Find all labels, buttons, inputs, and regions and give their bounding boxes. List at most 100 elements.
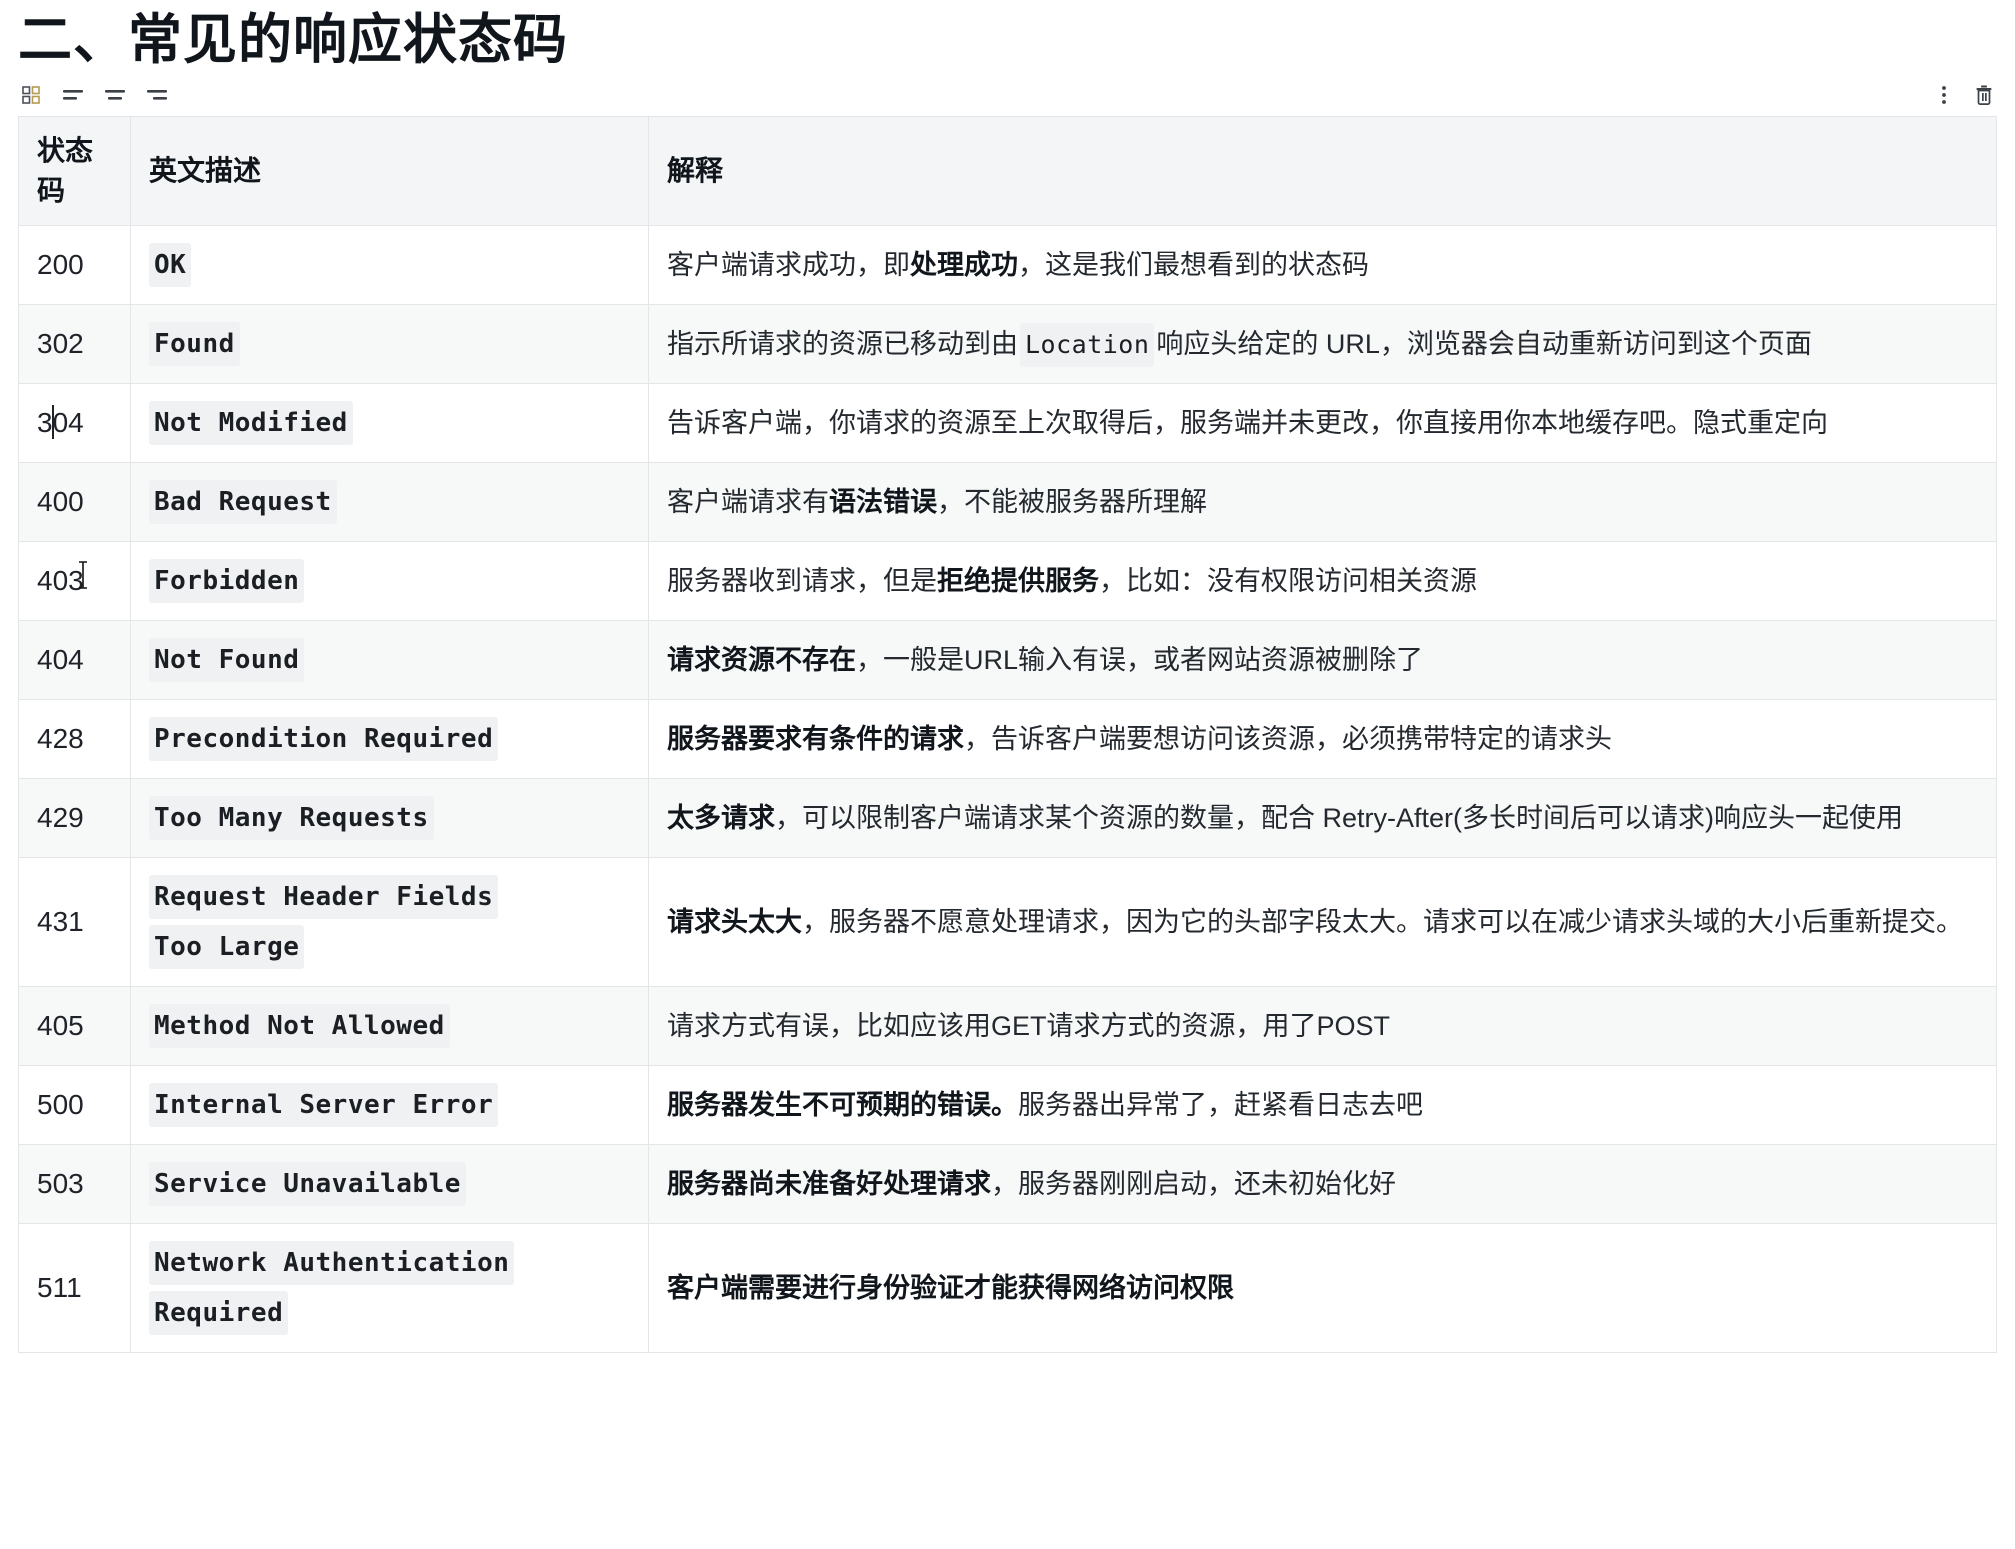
cell-explanation[interactable]: 客户端请求成功，即处理成功，这是我们最想看到的状态码: [649, 226, 1997, 305]
column-header-explanation[interactable]: 解释: [649, 117, 1997, 226]
code-chip-group: Method Not Allowed: [149, 1001, 630, 1051]
more-vertical-icon[interactable]: [1931, 82, 1957, 108]
inline-code-chip: Not Modified: [149, 401, 353, 445]
table-row: 405 Method Not Allowed 请求方式有误，比如应该用GET请求方式…: [19, 987, 1997, 1066]
code-chip-group: Precondition Required: [149, 714, 630, 764]
cell-explanation[interactable]: 客户端请求有语法错误，不能被服务器所理解: [649, 463, 1997, 542]
emphasis-text: 服务器要求有条件的请求: [667, 724, 964, 754]
table-grid-icon[interactable]: [18, 82, 44, 108]
cell-status-code[interactable]: 302: [19, 305, 131, 384]
cell-english-description[interactable]: Service Unavailable: [131, 1145, 649, 1224]
inline-code-chip: Forbidden: [149, 559, 304, 603]
inline-code-chip: Request Header Fields: [149, 875, 498, 919]
table-row: 304 Not Modified 告诉客户端，你请求的资源至上次取得后，服务端并未更…: [19, 384, 1997, 463]
emphasis-text: 服务器尚未准备好处理请求: [667, 1169, 991, 1199]
inline-code-chip: Too Large: [149, 925, 304, 969]
plain-text: 指示所请求的资源已移动到由: [667, 329, 1018, 359]
column-header-code[interactable]: 状态码: [19, 117, 131, 226]
cell-english-description[interactable]: Bad Request: [131, 463, 649, 542]
table-row: 511Network AuthenticationRequired客户端需要进行…: [19, 1224, 1997, 1353]
table-row: 400 Bad Request 客户端请求有语法错误，不能被服务器所理解: [19, 463, 1997, 542]
emphasis-text: 处理成功: [910, 250, 1018, 280]
emphasis-text: 语法错误: [829, 487, 937, 517]
cell-english-description[interactable]: Not Found: [131, 621, 649, 700]
inline-code-chip: Location: [1020, 323, 1154, 367]
code-chip-group: Network AuthenticationRequired: [149, 1238, 630, 1338]
cell-explanation[interactable]: 太多请求，可以限制客户端请求某个资源的数量，配合 Retry-After(多长时…: [649, 779, 1997, 858]
cell-english-description[interactable]: Request Header Fields Too Large: [131, 858, 649, 987]
table-body: 200OK客户端请求成功，即处理成功，这是我们最想看到的状态码302Found指…: [19, 226, 1997, 1353]
cell-status-code[interactable]: 503: [19, 1145, 131, 1224]
cell-status-code[interactable]: 200: [19, 226, 131, 305]
align-right-icon[interactable]: [144, 82, 170, 108]
toolbar-left-group: [18, 82, 170, 108]
status-code-table: 状态码 英文描述 解释 200OK客户端请求成功，即处理成功，这是我们最想看到的…: [18, 116, 1997, 1353]
cell-explanation[interactable]: 服务器发生不可预期的错误。服务器出异常了，赶紧看日志去吧: [649, 1066, 1997, 1145]
inline-code-chip: Service Unavailable: [149, 1162, 466, 1206]
plain-text: ，比如：没有权限访问相关资源: [1099, 566, 1477, 596]
cell-status-code[interactable]: 400: [19, 463, 131, 542]
trash-icon[interactable]: [1971, 82, 1997, 108]
code-text-after-caret: 04: [53, 407, 84, 438]
cell-explanation[interactable]: 服务器要求有条件的请求，告诉客户端要想访问该资源，必须携带特定的请求头: [649, 700, 1997, 779]
emphasis-text: 请求资源不存在: [667, 645, 856, 675]
cell-english-description[interactable]: Method Not Allowed: [131, 987, 649, 1066]
cell-explanation[interactable]: 客户端需要进行身份验证才能获得网络访问权限: [649, 1224, 1997, 1353]
plain-text: ，这是我们最想看到的状态码: [1018, 250, 1369, 280]
cell-english-description[interactable]: Internal Server Error: [131, 1066, 649, 1145]
emphasis-text: 服务器发生不可预期的错误。: [667, 1090, 1018, 1120]
table-block-toolbar: [0, 74, 2015, 116]
inline-code-chip: Precondition Required: [149, 717, 498, 761]
cell-english-description[interactable]: Forbidden: [131, 542, 649, 621]
cell-status-code[interactable]: 304: [19, 384, 131, 463]
cell-status-code[interactable]: 500: [19, 1066, 131, 1145]
plain-text: ，服务器刚刚启动，还未初始化好: [991, 1169, 1396, 1199]
table-row: 503 Service Unavailable 服务器尚未准备好处理请求，服务器刚刚…: [19, 1145, 1997, 1224]
plain-text: ，可以限制客户端请求某个资源的数量，配合 Retry-After(多长时间后可以…: [775, 803, 1903, 833]
cell-status-code[interactable]: 429: [19, 779, 131, 858]
cell-explanation[interactable]: 请求头太大，服务器不愿意处理请求，因为它的头部字段太大。请求可以在减少请求头域的…: [649, 858, 1997, 987]
cell-explanation[interactable]: 请求方式有误，比如应该用GET请求方式的资源，用了POST: [649, 987, 1997, 1066]
code-text-before-caret: 3: [37, 407, 53, 438]
cell-explanation[interactable]: 告诉客户端，你请求的资源至上次取得后，服务端并未更改，你直接用你本地缓存吧。隐式…: [649, 384, 1997, 463]
cell-explanation[interactable]: 服务器尚未准备好处理请求，服务器刚刚启动，还未初始化好: [649, 1145, 1997, 1224]
align-center-icon[interactable]: [102, 82, 128, 108]
cell-english-description[interactable]: Found: [131, 305, 649, 384]
cell-explanation[interactable]: 服务器收到请求，但是拒绝提供服务，比如：没有权限访问相关资源: [649, 542, 1997, 621]
column-header-description[interactable]: 英文描述: [131, 117, 649, 226]
cell-status-code[interactable]: 403: [19, 542, 131, 621]
cell-english-description[interactable]: Network AuthenticationRequired: [131, 1224, 649, 1353]
table-row: 431 Request Header Fields Too Large 请求头太大，服…: [19, 858, 1997, 987]
inline-code-chip: Method Not Allowed: [149, 1004, 450, 1048]
table-row: 302 Found 指示所请求的资源已移动到由Location响应头给定的 URL，…: [19, 305, 1997, 384]
inline-code-chip: Network Authentication: [149, 1241, 514, 1285]
code-chip-group: Not Modified: [149, 398, 630, 448]
cell-status-code[interactable]: 431: [19, 858, 131, 987]
code-chip-group: Forbidden: [149, 556, 630, 606]
cell-status-code[interactable]: 428: [19, 700, 131, 779]
align-left-icon[interactable]: [60, 82, 86, 108]
cell-explanation[interactable]: 请求资源不存在，一般是URL输入有误，或者网站资源被删除了: [649, 621, 1997, 700]
inline-code-chip: Found: [149, 322, 240, 366]
code-chip-group: Internal Server Error: [149, 1080, 630, 1130]
plain-text: 响应头给定的 URL，浏览器会自动重新访问到这个页面: [1156, 329, 1812, 359]
cell-explanation[interactable]: 指示所请求的资源已移动到由Location响应头给定的 URL，浏览器会自动重新…: [649, 305, 1997, 384]
cell-english-description[interactable]: Not Modified: [131, 384, 649, 463]
inline-code-chip: Bad Request: [149, 480, 337, 524]
cell-status-code[interactable]: 511: [19, 1224, 131, 1353]
emphasis-text: 太多请求: [667, 803, 775, 833]
inline-code-chip: Too Many Requests: [149, 796, 434, 840]
emphasis-text: 拒绝提供服务: [937, 566, 1099, 596]
cell-status-code[interactable]: 404: [19, 621, 131, 700]
cell-status-code[interactable]: 405: [19, 987, 131, 1066]
code-chip-group: Bad Request: [149, 477, 630, 527]
plain-text: 服务器收到请求，但是: [667, 566, 937, 596]
cell-english-description[interactable]: Too Many Requests: [131, 779, 649, 858]
cell-english-description[interactable]: Precondition Required: [131, 700, 649, 779]
cell-english-description[interactable]: OK: [131, 226, 649, 305]
plain-text: 客户端请求成功，即: [667, 250, 910, 280]
plain-text: 请求方式有误，比如应该用GET请求方式的资源，用了POST: [667, 1011, 1390, 1041]
table-row: 429 Too Many Requests 太多请求，可以限制客户端请求某个资源的数…: [19, 779, 1997, 858]
toolbar-right-group: [1931, 74, 1997, 116]
table-row: 403 Forbidden 服务器收到请求，但是拒绝提供服务，比如：没有权限访问相关…: [19, 542, 1997, 621]
